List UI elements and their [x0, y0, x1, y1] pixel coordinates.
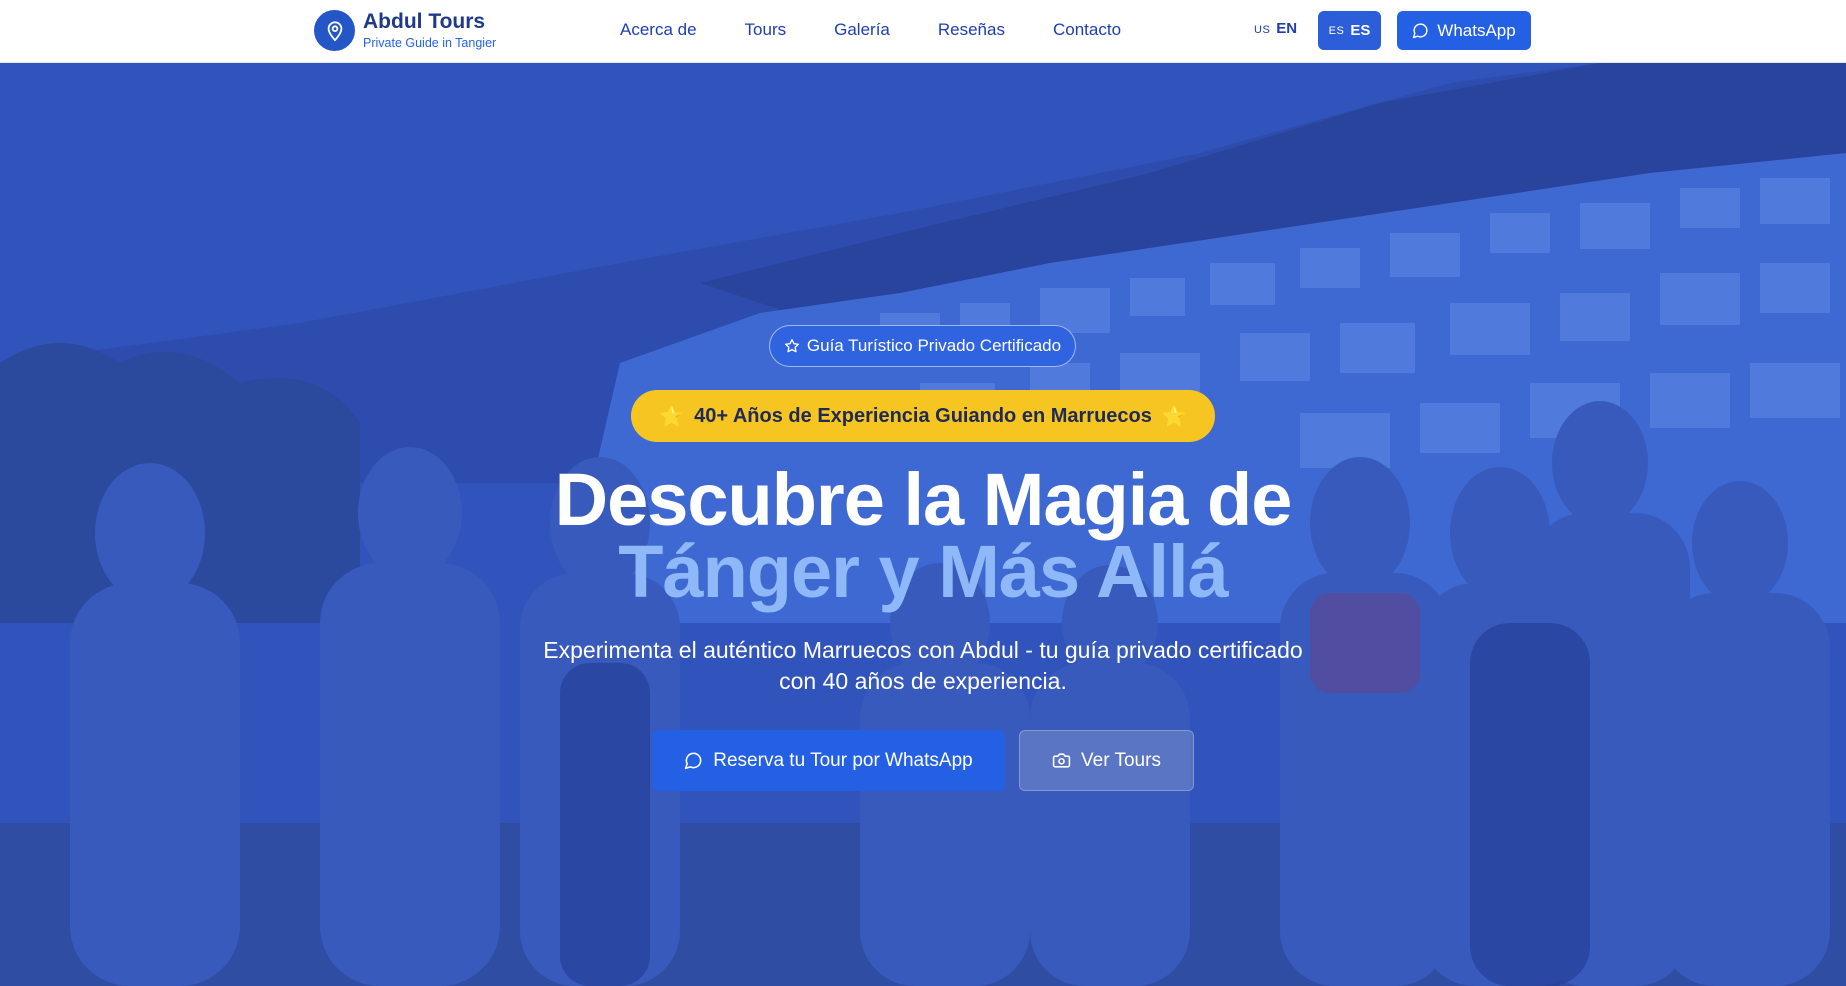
- nav-link-contact[interactable]: Contacto: [1053, 19, 1121, 41]
- hero-title-line2: Tánger y Más Allá: [618, 530, 1228, 613]
- brand-subtitle: Private Guide in Tangier: [363, 36, 497, 50]
- camera-icon: [1052, 751, 1071, 770]
- message-circle-icon: [684, 751, 703, 770]
- language-es-label: ES: [1350, 22, 1371, 39]
- es-flag-icon: ES: [1328, 24, 1345, 37]
- experience-badge-label: 40+ Años de Experiencia Guiando en Marru…: [694, 404, 1152, 427]
- language-en-button[interactable]: US EN: [1254, 20, 1297, 37]
- view-tours-label: Ver Tours: [1081, 749, 1161, 771]
- star-outline-icon: [784, 338, 800, 354]
- brand-title: Abdul Tours: [363, 10, 486, 33]
- main-nav: Acerca de Tours Galería Reseñas Contacto: [620, 19, 1169, 41]
- certified-badge-label: Guía Turístico Privado Certificado: [806, 336, 1062, 355]
- us-flag-icon: US: [1254, 24, 1271, 36]
- map-pin-icon: [314, 10, 355, 51]
- experience-badge: ⭐ 40+ Años de Experiencia Guiando en Mar…: [631, 390, 1215, 442]
- whatsapp-nav-label: WhatsApp: [1437, 20, 1516, 40]
- book-tour-label: Reserva tu Tour por WhatsApp: [713, 749, 973, 771]
- navbar: Abdul Tours Private Guide in Tangier Ace…: [0, 0, 1846, 63]
- hero-subtitle: Experimenta el auténtico Marruecos con A…: [543, 637, 1303, 694]
- whatsapp-nav-button[interactable]: WhatsApp: [1397, 11, 1531, 50]
- hero-section: Guía Turístico Privado Certificado ⭐ 40+…: [0, 63, 1846, 986]
- brand[interactable]: Abdul Tours Private Guide in Tangier: [314, 10, 496, 51]
- star-icon: ⭐: [659, 405, 685, 428]
- star-icon: ⭐: [1161, 405, 1187, 428]
- nav-link-tours[interactable]: Tours: [745, 19, 787, 41]
- hero-title: Descubre la Magia de Tánger y Más Allá: [423, 463, 1423, 609]
- language-es-button[interactable]: ES ES: [1318, 11, 1381, 50]
- view-tours-button[interactable]: Ver Tours: [1019, 730, 1194, 791]
- message-circle-icon: [1412, 22, 1429, 39]
- certified-guide-badge: Guía Turístico Privado Certificado: [769, 325, 1076, 367]
- language-en-label: EN: [1276, 20, 1298, 37]
- nav-link-about[interactable]: Acerca de: [620, 19, 697, 41]
- book-tour-whatsapp-button[interactable]: Reserva tu Tour por WhatsApp: [652, 730, 1005, 791]
- nav-link-reviews[interactable]: Reseñas: [938, 19, 1005, 41]
- nav-link-gallery[interactable]: Galería: [834, 19, 890, 41]
- hero-title-line1: Descubre la Magia de: [554, 458, 1293, 541]
